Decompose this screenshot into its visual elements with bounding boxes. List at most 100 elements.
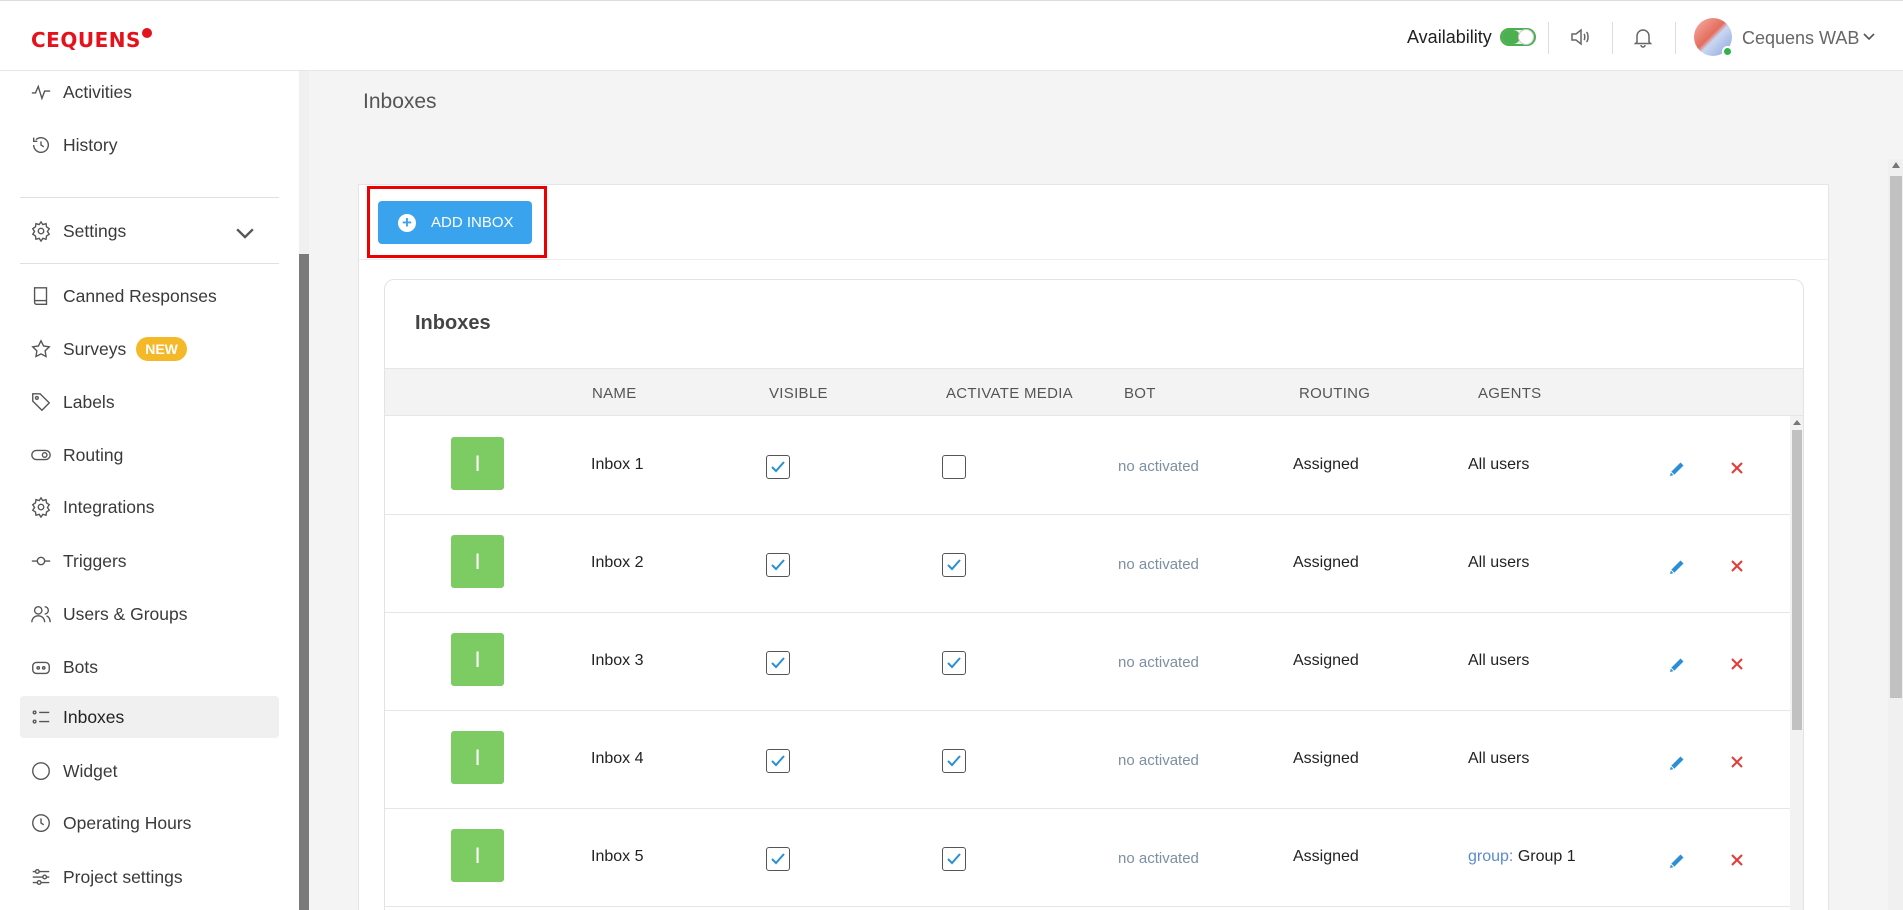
sidebar-divider <box>20 197 279 198</box>
availability-label: Availability <box>1407 27 1492 47</box>
chevron-down-icon[interactable] <box>1862 30 1876 44</box>
inbox-name: Inbox 4 <box>591 750 644 767</box>
routing-value: Assigned <box>1293 750 1359 767</box>
inbox-name: Inbox 2 <box>591 554 644 571</box>
header-divider <box>1548 22 1549 54</box>
sidebar-item-label: Operating Hours <box>63 812 192 833</box>
inboxes-table-panel: Inboxes NAME VISIBLE ACTIVATE MEDIA BOT … <box>384 279 1804 910</box>
visible-checkbox[interactable] <box>766 651 790 675</box>
close-icon[interactable] <box>1729 460 1745 476</box>
sidebar-divider <box>20 263 279 264</box>
activate-media-checkbox[interactable] <box>942 847 966 871</box>
header-divider <box>1675 22 1676 54</box>
circle-icon <box>32 762 50 780</box>
sidebar-item-labels[interactable]: Labels <box>20 381 279 423</box>
activate-media-checkbox[interactable] <box>942 651 966 675</box>
close-icon[interactable] <box>1729 656 1745 672</box>
routing-value: Assigned <box>1293 848 1359 865</box>
sidebar-item-label: Inboxes <box>63 706 125 727</box>
user-name[interactable]: Cequens WAB <box>1742 28 1859 49</box>
cequens-logo[interactable]: CEQUENS <box>31 28 152 52</box>
column-header-activate-media[interactable]: ACTIVATE MEDIA <box>946 385 1073 402</box>
inbox-avatar: I <box>451 437 504 490</box>
checkmark-icon <box>947 755 961 767</box>
activate-media-checkbox[interactable] <box>942 749 966 773</box>
page-title: Inboxes <box>363 90 437 113</box>
sidebar-item-triggers[interactable]: Triggers <box>20 540 279 582</box>
clock-icon <box>32 814 50 832</box>
agents-label: All users <box>1468 652 1530 669</box>
routing-value: Assigned <box>1293 456 1359 473</box>
sidebar-item-history[interactable]: History <box>20 124 279 166</box>
logo-text: CEQUENS <box>31 28 141 52</box>
sidebar-item-routing[interactable]: Routing <box>20 434 279 476</box>
column-header-visible[interactable]: VISIBLE <box>769 385 828 402</box>
sidebar-item-inboxes[interactable]: Inboxes <box>20 696 279 738</box>
scroll-up-arrow-icon[interactable] <box>1793 420 1801 425</box>
sidebar-item-project-settings[interactable]: Project settings <box>20 856 279 898</box>
sidebar-item-label: Bots <box>63 656 99 677</box>
gear-icon <box>31 496 51 518</box>
sidebar-item-settings[interactable]: Settings <box>20 210 279 252</box>
sidebar-item-label: Surveys <box>63 338 127 359</box>
user-avatar[interactable] <box>1694 18 1733 57</box>
sidebar-item-label: Canned Responses <box>63 285 217 306</box>
sidebar-item-widget[interactable]: Widget <box>20 750 279 792</box>
bot-status: no activated <box>1118 654 1199 671</box>
agents-value: All users <box>1468 750 1529 768</box>
table-scrollbar-thumb[interactable] <box>1792 430 1802 730</box>
pencil-icon[interactable] <box>1667 557 1687 577</box>
inbox-avatar: I <box>451 633 504 686</box>
routing-value: Assigned <box>1293 554 1359 571</box>
visible-checkbox[interactable] <box>766 553 790 577</box>
inbox-avatar: I <box>451 731 504 784</box>
agents-label: Group 1 <box>1517 848 1576 865</box>
pencil-icon[interactable] <box>1667 459 1687 479</box>
visible-checkbox[interactable] <box>766 455 790 479</box>
table-row: I Inbox 5 no activated Assigned group: Group… <box>385 809 1790 907</box>
sidebar-item-label: Project settings <box>63 866 183 887</box>
page-scrollbar-thumb[interactable] <box>1890 176 1902 698</box>
pencil-icon[interactable] <box>1667 753 1687 773</box>
column-header-routing[interactable]: ROUTING <box>1299 385 1370 402</box>
top-header: CEQUENS Availability Cequens WAB <box>0 0 1903 71</box>
speaker-icon[interactable] <box>1568 25 1592 49</box>
sidebar-item-users-groups[interactable]: Users & Groups <box>20 593 279 635</box>
chevron-down-icon <box>236 228 254 239</box>
close-icon[interactable] <box>1729 852 1745 868</box>
sidebar-item-canned-responses[interactable]: Canned Responses <box>20 275 279 317</box>
trigger-icon <box>31 556 51 566</box>
close-icon[interactable] <box>1729 558 1745 574</box>
inbox-name: Inbox 3 <box>591 652 644 669</box>
pencil-icon[interactable] <box>1667 655 1687 675</box>
sidebar-item-surveys[interactable]: Surveys NEW <box>20 328 279 370</box>
column-header-bot[interactable]: BOT <box>1124 385 1156 402</box>
scroll-up-arrow-icon[interactable] <box>1892 162 1900 168</box>
sidebar-item-integrations[interactable]: Integrations <box>20 486 279 528</box>
history-icon <box>32 137 49 154</box>
sidebar-item-activities[interactable]: Activities <box>20 71 279 113</box>
highlight-box <box>367 186 547 258</box>
checkmark-icon <box>947 559 961 571</box>
new-badge: NEW <box>136 337 187 361</box>
activate-media-checkbox[interactable] <box>942 455 966 479</box>
visible-checkbox[interactable] <box>766 749 790 773</box>
activate-media-checkbox[interactable] <box>942 553 966 577</box>
sidebar-item-label: Labels <box>63 391 115 412</box>
availability-toggle[interactable] <box>1500 28 1536 46</box>
table-header: NAME VISIBLE ACTIVATE MEDIA BOT ROUTING … <box>385 368 1803 416</box>
bell-icon[interactable] <box>1631 25 1655 49</box>
toggle-icon <box>31 449 51 461</box>
checkmark-icon <box>771 755 785 767</box>
sidebar-scrollbar-thumb[interactable] <box>299 254 309 910</box>
close-icon[interactable] <box>1729 754 1745 770</box>
bot-status: no activated <box>1118 458 1199 475</box>
column-header-name[interactable]: NAME <box>592 385 637 402</box>
checkmark-icon <box>771 657 785 669</box>
sidebar-item-operating-hours[interactable]: Operating Hours <box>20 802 279 844</box>
column-header-agents[interactable]: AGENTS <box>1478 385 1541 402</box>
pencil-icon[interactable] <box>1667 851 1687 871</box>
visible-checkbox[interactable] <box>766 847 790 871</box>
sidebar-item-bots[interactable]: Bots <box>20 646 279 688</box>
bot-status: no activated <box>1118 850 1199 867</box>
